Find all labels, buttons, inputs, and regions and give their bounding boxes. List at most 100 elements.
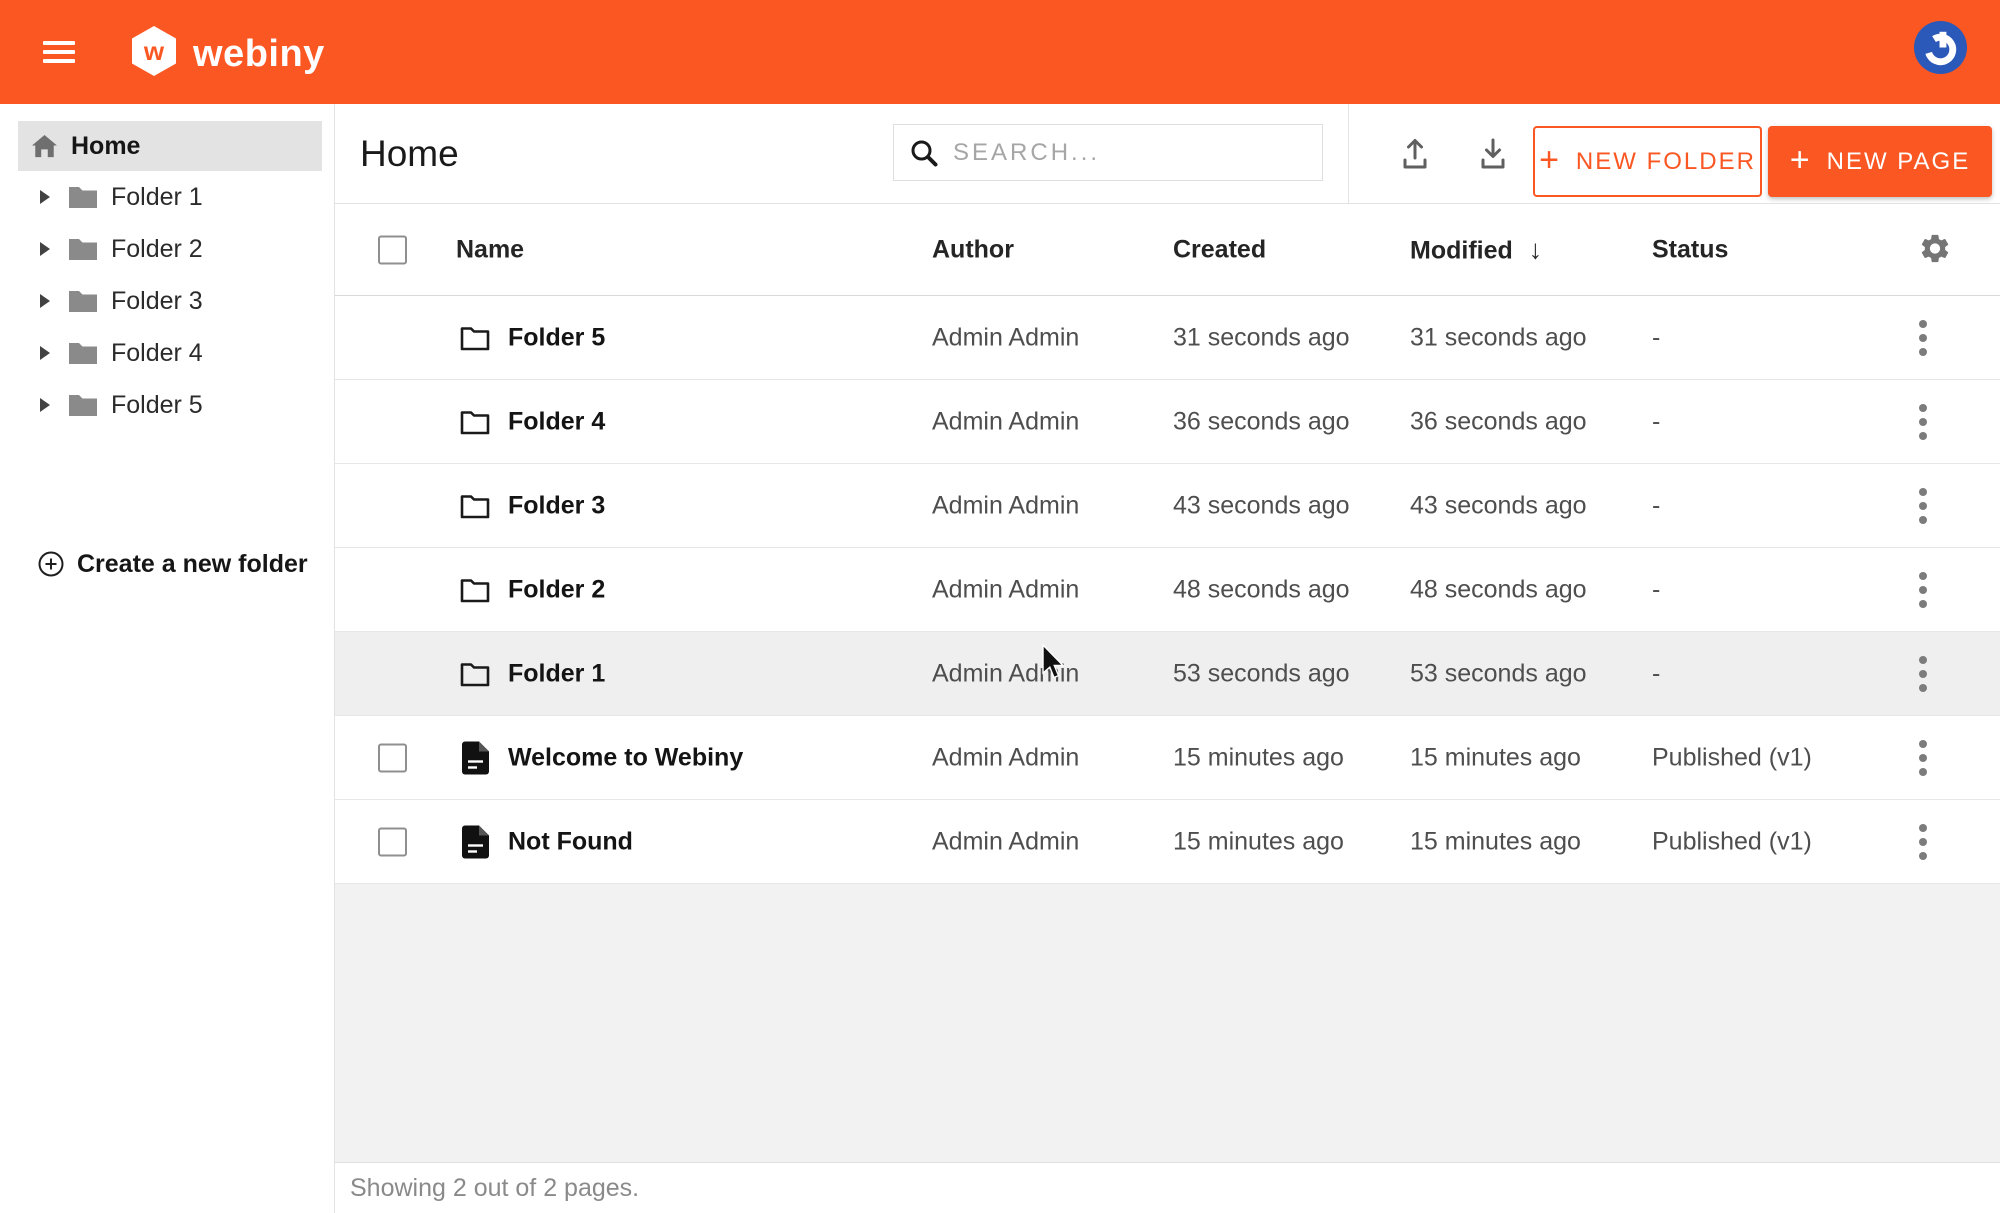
export-pages-button[interactable] bbox=[1471, 132, 1515, 176]
sidebar-folder-label: Folder 5 bbox=[111, 391, 203, 420]
table-row-folder-5[interactable]: Folder 5 Admin Admin 31 seconds ago 31 s… bbox=[335, 296, 2000, 380]
home-icon bbox=[31, 134, 58, 159]
kebab-icon bbox=[1919, 740, 1927, 748]
sidebar-folder-label: Folder 2 bbox=[111, 235, 203, 264]
create-new-folder-button[interactable]: Create a new folder bbox=[38, 540, 308, 588]
row-checkbox[interactable] bbox=[378, 827, 407, 856]
table-header: Name Author Created Modified↓ Status bbox=[335, 204, 2000, 296]
plus-icon: + bbox=[1539, 143, 1561, 177]
search-icon bbox=[910, 139, 938, 167]
empty-area bbox=[335, 884, 2000, 1162]
folder-tree-sidebar: Home Folder 1 Folder 2 Folder 3 Folder 4… bbox=[0, 104, 335, 1213]
main-content: Home bbox=[335, 104, 2000, 1213]
sidebar-folder-label: Folder 4 bbox=[111, 339, 203, 368]
sidebar-item-home[interactable]: Home bbox=[18, 121, 322, 171]
row-actions-menu-button[interactable] bbox=[1911, 816, 1935, 868]
sidebar-item-folder-4[interactable]: Folder 4 bbox=[0, 327, 334, 379]
folder-outline-icon bbox=[460, 325, 490, 351]
folder-outline-icon bbox=[460, 409, 490, 435]
table-footer: Showing 2 out of 2 pages. bbox=[335, 1162, 2000, 1213]
kebab-icon bbox=[1919, 824, 1927, 832]
new-folder-label: NEW FOLDER bbox=[1576, 148, 1756, 176]
search-box bbox=[893, 124, 1323, 181]
sidebar-folder-label: Folder 1 bbox=[111, 183, 203, 212]
page-title: Home bbox=[360, 104, 459, 204]
row-actions-menu-button[interactable] bbox=[1911, 648, 1935, 700]
row-actions-menu-button[interactable] bbox=[1911, 312, 1935, 364]
create-folder-label: Create a new folder bbox=[77, 550, 308, 579]
kebab-icon bbox=[1919, 404, 1927, 412]
row-actions-menu-button[interactable] bbox=[1911, 396, 1935, 448]
kebab-icon bbox=[1919, 572, 1927, 580]
download-icon bbox=[1473, 134, 1513, 174]
row-actions-menu-button[interactable] bbox=[1911, 564, 1935, 616]
chevron-right-icon[interactable] bbox=[40, 242, 50, 256]
table-settings-button[interactable] bbox=[1918, 231, 1952, 268]
kebab-icon bbox=[1919, 656, 1927, 664]
plus-circle-icon bbox=[38, 551, 64, 577]
status-value: - bbox=[1652, 323, 1660, 352]
sidebar-item-folder-5[interactable]: Folder 5 bbox=[0, 379, 334, 431]
top-bar: w webiny bbox=[0, 0, 2000, 104]
folder-icon bbox=[68, 289, 98, 313]
sidebar-item-folder-1[interactable]: Folder 1 bbox=[0, 171, 334, 223]
status-value: Published (v1) bbox=[1652, 827, 1812, 856]
column-header-name: Name bbox=[456, 235, 524, 264]
toolbar: Home bbox=[335, 104, 2000, 204]
import-pages-button[interactable] bbox=[1393, 132, 1437, 176]
kebab-icon bbox=[1919, 320, 1927, 328]
table-body: Folder 5 Admin Admin 31 seconds ago 31 s… bbox=[335, 296, 2000, 884]
kebab-icon bbox=[1919, 488, 1927, 496]
row-checkbox[interactable] bbox=[378, 743, 407, 772]
sidebar-folder-label: Folder 3 bbox=[111, 287, 203, 316]
status-value: - bbox=[1652, 659, 1660, 688]
folder-icon bbox=[68, 185, 98, 209]
table-row-not-found[interactable]: Not Found Admin Admin 15 minutes ago 15 … bbox=[335, 800, 2000, 884]
plus-icon: + bbox=[1790, 143, 1812, 177]
status-value: - bbox=[1652, 407, 1660, 436]
status-value: Published (v1) bbox=[1652, 743, 1812, 772]
sidebar-item-folder-2[interactable]: Folder 2 bbox=[0, 223, 334, 275]
upload-icon bbox=[1395, 134, 1435, 174]
new-page-button[interactable]: + NEW PAGE bbox=[1768, 126, 1992, 197]
table-row-folder-1[interactable]: Folder 1 Admin Admin 53 seconds ago 53 s… bbox=[335, 632, 2000, 716]
table-row-folder-4[interactable]: Folder 4 Admin Admin 36 seconds ago 36 s… bbox=[335, 380, 2000, 464]
page-icon bbox=[462, 825, 489, 858]
folder-icon bbox=[68, 393, 98, 417]
folder-outline-icon bbox=[460, 493, 490, 519]
brand-text: webiny bbox=[193, 28, 325, 80]
chevron-right-icon[interactable] bbox=[40, 398, 50, 412]
svg-text:w: w bbox=[143, 36, 165, 66]
hamburger-menu-button[interactable] bbox=[43, 41, 75, 63]
status-value: - bbox=[1652, 491, 1660, 520]
new-page-label: NEW PAGE bbox=[1827, 148, 1971, 176]
table-row-welcome-to-webiny[interactable]: Welcome to Webiny Admin Admin 15 minutes… bbox=[335, 716, 2000, 800]
sort-descending-icon: ↓ bbox=[1529, 234, 1543, 264]
select-all-checkbox[interactable] bbox=[378, 235, 407, 264]
webiny-logo: w webiny bbox=[132, 26, 325, 81]
page-icon bbox=[462, 741, 489, 774]
sidebar-home-label: Home bbox=[71, 132, 140, 161]
column-header-status: Status bbox=[1652, 235, 1728, 264]
chevron-right-icon[interactable] bbox=[40, 294, 50, 308]
status-value: - bbox=[1652, 575, 1660, 604]
folder-icon bbox=[68, 341, 98, 365]
folder-icon bbox=[68, 237, 98, 261]
new-folder-button[interactable]: + NEW FOLDER bbox=[1533, 126, 1762, 197]
user-avatar[interactable] bbox=[1913, 20, 1968, 75]
gravatar-icon bbox=[1913, 20, 1968, 75]
table-row-folder-3[interactable]: Folder 3 Admin Admin 43 seconds ago 43 s… bbox=[335, 464, 2000, 548]
folder-outline-icon bbox=[460, 577, 490, 603]
webiny-page-manager: w webiny Home Folder 1 bbox=[0, 0, 2000, 1213]
row-actions-menu-button[interactable] bbox=[1911, 732, 1935, 784]
webiny-hexagon-icon: w bbox=[132, 26, 176, 81]
chevron-right-icon[interactable] bbox=[40, 346, 50, 360]
column-header-modified[interactable]: Modified↓ bbox=[1410, 234, 1542, 265]
sidebar-item-folder-3[interactable]: Folder 3 bbox=[0, 275, 334, 327]
table-row-folder-2[interactable]: Folder 2 Admin Admin 48 seconds ago 48 s… bbox=[335, 548, 2000, 632]
pagination-summary: Showing 2 out of 2 pages. bbox=[350, 1174, 639, 1203]
row-actions-menu-button[interactable] bbox=[1911, 480, 1935, 532]
search-input[interactable] bbox=[953, 139, 1306, 167]
hamburger-icon bbox=[43, 41, 75, 45]
chevron-right-icon[interactable] bbox=[40, 190, 50, 204]
